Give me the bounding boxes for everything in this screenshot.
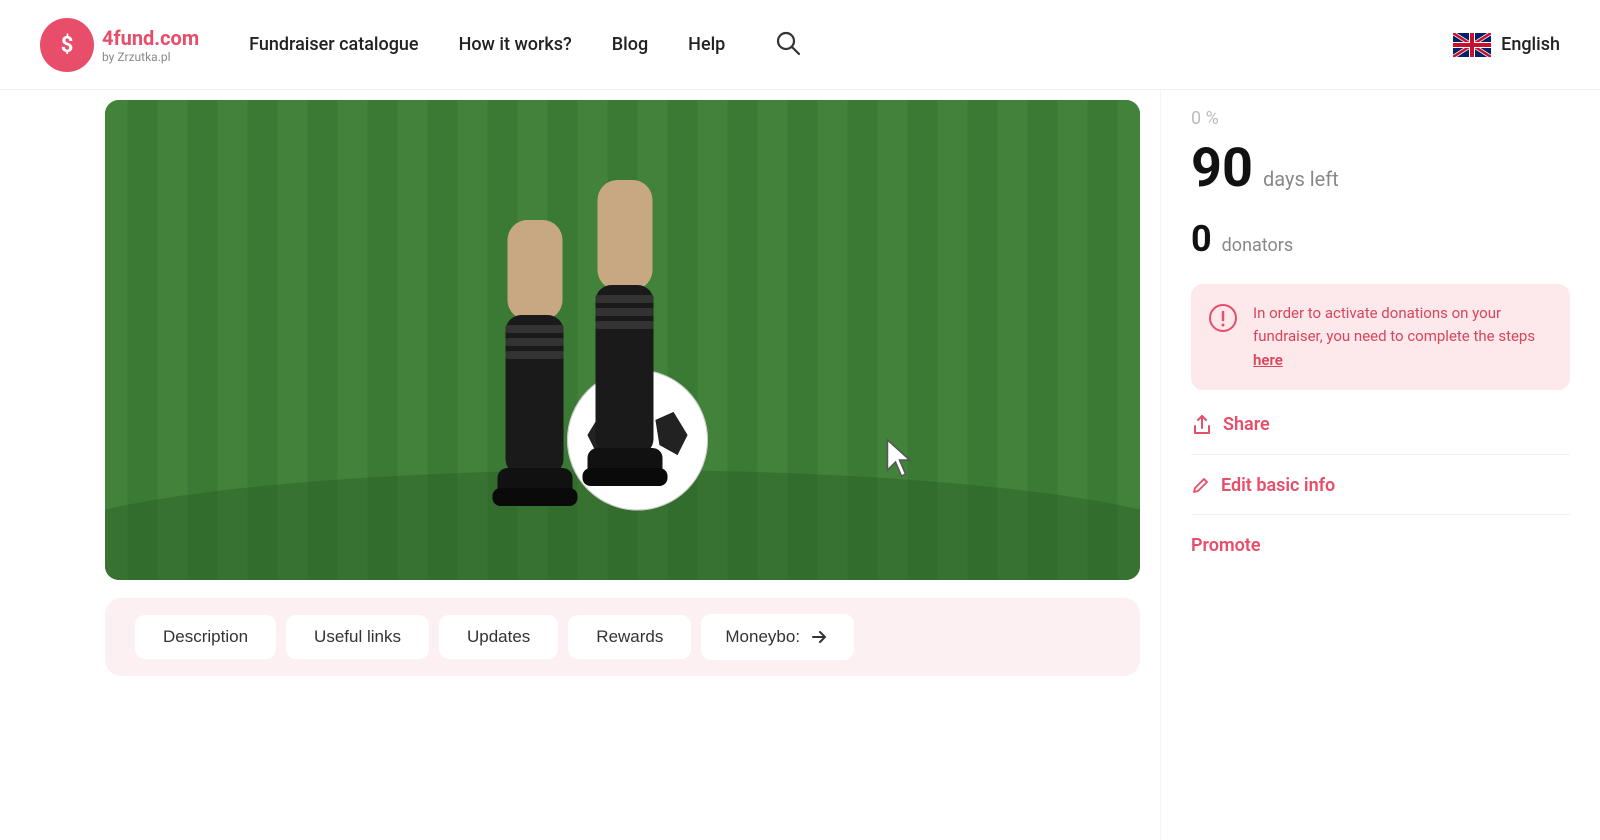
nav-help[interactable]: Help — [688, 34, 725, 55]
promote-label: Promote — [1191, 535, 1261, 556]
logo-icon: $ — [40, 18, 94, 72]
tab-moneybox[interactable]: Moneybo: — [701, 614, 854, 660]
tab-updates[interactable]: Updates — [439, 615, 558, 659]
main-layout: Description Useful links Updates Rewards… — [0, 90, 1600, 840]
nav-how-it-works[interactable]: How it works? — [459, 34, 572, 55]
donators-label: donators — [1222, 235, 1294, 256]
stats-section: 0 % 90 days left 0 donators — [1191, 90, 1570, 284]
nav-fundraiser-catalogue[interactable]: Fundraiser catalogue — [249, 34, 418, 55]
search-icon[interactable] — [775, 30, 801, 60]
share-label: Share — [1223, 414, 1270, 435]
percent-text: 0 % — [1191, 108, 1570, 129]
right-panel: 0 % 90 days left 0 donators In order to … — [1160, 90, 1600, 840]
warning-icon — [1209, 304, 1237, 332]
share-row[interactable]: Share — [1191, 414, 1570, 436]
tab-description[interactable]: Description — [135, 615, 276, 659]
share-icon — [1191, 414, 1213, 436]
warning-link[interactable]: here — [1253, 351, 1283, 369]
hero-image-container — [0, 90, 1160, 580]
tab-bar: Description Useful links Updates Rewards… — [105, 598, 1140, 676]
warning-box: In order to activate donations on your f… — [1191, 284, 1570, 390]
svg-text:$: $ — [61, 33, 74, 58]
logo[interactable]: $ 4fund.com by Zrzutka.pl — [40, 18, 199, 72]
header: $ 4fund.com by Zrzutka.pl Fundraiser cat… — [0, 0, 1600, 90]
warning-text: In order to activate donations on your f… — [1253, 302, 1552, 372]
promote-row[interactable]: Promote — [1191, 514, 1570, 556]
logo-text: 4fund.com by Zrzutka.pl — [102, 26, 199, 64]
tab-useful-links[interactable]: Useful links — [286, 615, 429, 659]
tab-rewards[interactable]: Rewards — [568, 615, 691, 659]
language-selector[interactable]: English — [1453, 33, 1560, 57]
edit-label: Edit basic info — [1221, 475, 1335, 496]
hero-image — [105, 100, 1140, 580]
donators-row: 0 donators — [1191, 218, 1570, 260]
language-label: English — [1501, 34, 1560, 55]
arrow-right-icon — [808, 626, 830, 648]
days-number: 90 — [1191, 137, 1253, 200]
edit-icon — [1191, 475, 1211, 495]
main-nav: Fundraiser catalogue How it works? Blog … — [249, 30, 1453, 60]
days-label: days left — [1263, 167, 1339, 191]
uk-flag-icon — [1453, 33, 1491, 57]
nav-blog[interactable]: Blog — [612, 34, 648, 55]
left-panel: Description Useful links Updates Rewards… — [0, 90, 1160, 840]
edit-basic-info-row[interactable]: Edit basic info — [1191, 454, 1570, 496]
donators-number: 0 — [1191, 218, 1212, 260]
days-row: 90 days left — [1191, 137, 1570, 200]
